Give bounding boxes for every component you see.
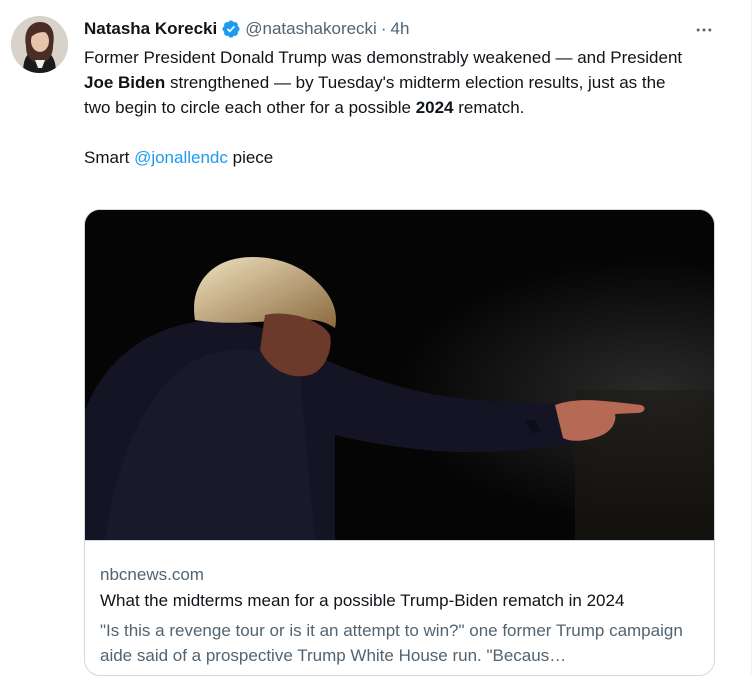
link-preview-card[interactable]: nbcnews.com What the midterms mean for a… — [84, 209, 715, 676]
bold-text-2024: 2024 — [415, 98, 454, 117]
avatar[interactable] — [11, 16, 68, 73]
tweet-paragraph-2: Smart @jonallendc piece — [84, 145, 684, 170]
author-handle[interactable]: @natashakorecki — [245, 19, 377, 39]
mention-link[interactable]: @jonallendc — [134, 148, 228, 167]
more-options-icon[interactable] — [692, 18, 716, 42]
text-segment: rematch. — [453, 98, 525, 117]
text-segment: piece — [227, 148, 274, 167]
tweet-text: Former President Donald Trump was demons… — [84, 45, 684, 170]
card-description: "Is this a revenge tour or is it an atte… — [100, 621, 683, 665]
card-separator — [85, 540, 714, 541]
tweet[interactable]: Natasha Korecki @natashakorecki · 4h For… — [0, 0, 752, 676]
card-title[interactable]: What the midterms mean for a possible Tr… — [100, 591, 624, 611]
text-segment: strengthened — by Tuesday's midterm elec… — [84, 73, 666, 117]
verified-badge-icon — [221, 19, 241, 39]
author-name[interactable]: Natasha Korecki — [84, 19, 217, 39]
card-image[interactable] — [85, 210, 714, 540]
tweet-timestamp[interactable]: 4h — [391, 19, 410, 39]
text-segment: Former President Donald Trump was demons… — [84, 48, 683, 67]
tweet-paragraph-1: Former President Donald Trump was demons… — [84, 45, 684, 120]
separator-dot: · — [380, 19, 387, 38]
tweet-header: Natasha Korecki @natashakorecki · 4h — [84, 17, 409, 41]
text-segment: Smart — [84, 148, 135, 167]
bold-text-joe-biden: Joe Biden — [84, 73, 166, 92]
card-domain: nbcnews.com — [100, 565, 204, 584]
